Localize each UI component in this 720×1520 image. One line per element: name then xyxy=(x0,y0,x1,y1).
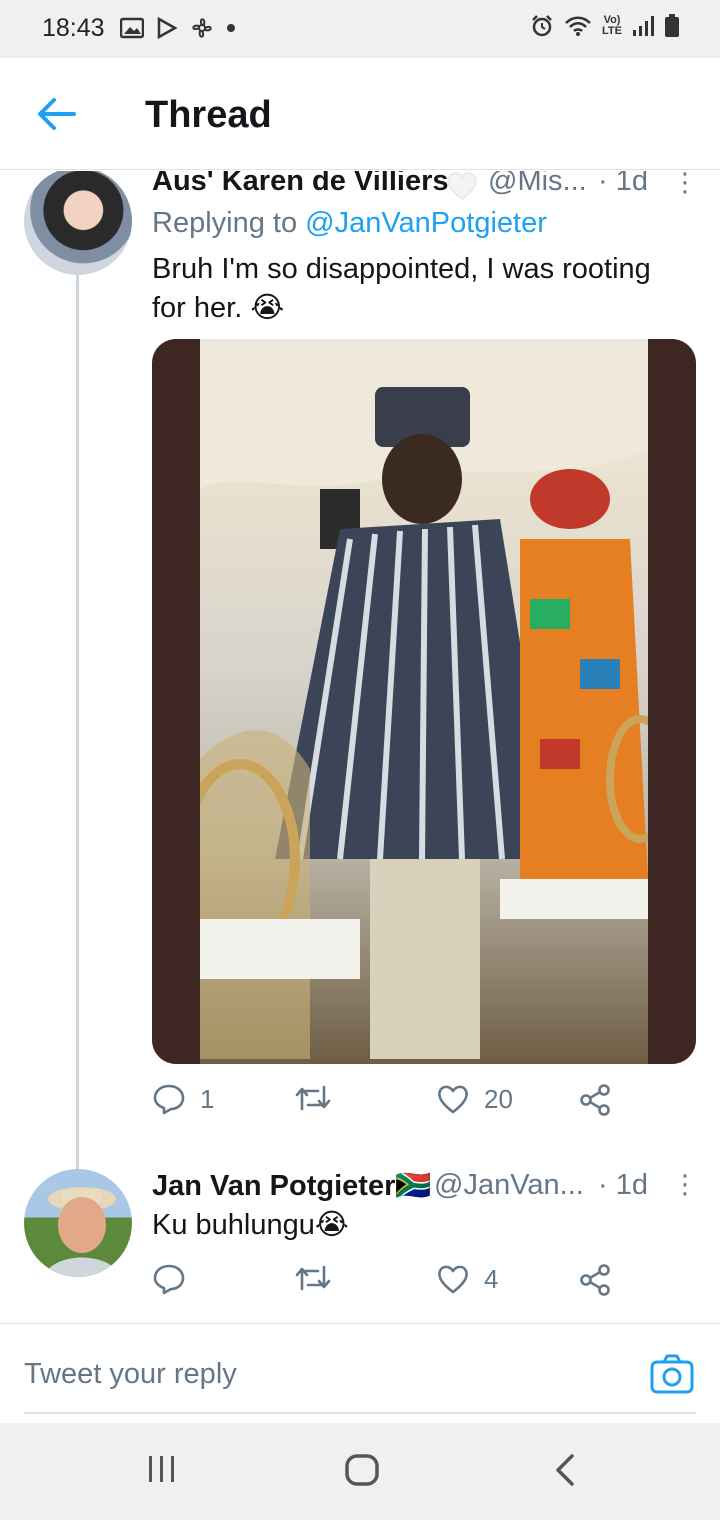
like-button[interactable]: 4 xyxy=(436,1263,498,1295)
reply-button[interactable]: 1 xyxy=(152,1083,214,1115)
status-bar: 18:43 Vo) LTE xyxy=(0,0,720,58)
tweet-timestamp: · 1d xyxy=(598,1169,648,1201)
retweet-button[interactable] xyxy=(294,1263,346,1293)
more-options-icon[interactable]: ⋮ xyxy=(672,1169,698,1200)
volte-icon: Vo) LTE xyxy=(602,15,622,37)
like-count: 4 xyxy=(484,1263,499,1294)
reply-button[interactable] xyxy=(152,1263,200,1295)
tweet-actions: 4 xyxy=(152,1263,672,1303)
tweet-photo xyxy=(180,339,674,1064)
retweet-icon xyxy=(295,1085,331,1111)
thread-list[interactable]: Aus' Karen de Villiers @Mis... · 1d ⋮ Re… xyxy=(0,171,720,1323)
alarm-icon xyxy=(532,15,552,37)
tweet-actions: 1 20 xyxy=(152,1083,672,1123)
reply-count: 1 xyxy=(200,1083,215,1114)
heart-icon xyxy=(438,1265,468,1294)
avatar-portrait xyxy=(44,1187,120,1277)
tweet-author-handle[interactable]: @JanVan... xyxy=(434,1169,584,1202)
page-title: Thread xyxy=(145,94,272,136)
wifi-icon xyxy=(565,16,591,36)
reply-input[interactable] xyxy=(24,1336,696,1414)
header-bar: Thread xyxy=(0,58,720,170)
image-icon xyxy=(120,17,144,39)
avatar[interactable] xyxy=(24,1169,132,1277)
back-nav-button[interactable] xyxy=(552,1453,578,1487)
play-store-icon xyxy=(157,17,178,39)
photo-illustration xyxy=(180,339,674,1059)
retweet-button[interactable] xyxy=(294,1083,346,1113)
tweet-author-name[interactable]: Jan Van Potgieter🇿🇦 xyxy=(152,1169,431,1203)
share-button[interactable] xyxy=(578,1083,612,1117)
more-options-icon[interactable]: ⋮ xyxy=(672,171,698,198)
reply-bar xyxy=(0,1323,720,1423)
dot-icon xyxy=(227,24,235,32)
fan-icon xyxy=(192,18,212,38)
like-button[interactable]: 20 xyxy=(436,1083,513,1115)
thread-connector-line xyxy=(76,275,79,1169)
back-button[interactable] xyxy=(36,96,76,132)
share-button[interactable] xyxy=(578,1263,612,1297)
retweet-icon xyxy=(295,1265,331,1291)
share-icon xyxy=(580,1264,610,1296)
replying-prefix: Replying to xyxy=(152,207,306,239)
reply-icon xyxy=(153,1084,185,1115)
heart-emoji-icon xyxy=(447,172,477,200)
home-button[interactable] xyxy=(344,1453,380,1487)
camera-button[interactable] xyxy=(650,1354,694,1394)
tweet-media[interactable] xyxy=(152,339,696,1064)
signal-icon xyxy=(633,16,654,36)
system-nav-bar xyxy=(0,1423,720,1520)
tweet-timestamp: · 1d xyxy=(598,171,648,197)
replying-to-mention[interactable]: @JanVanPotgieter xyxy=(305,207,547,239)
avatar[interactable] xyxy=(24,171,132,275)
battery-icon xyxy=(665,14,679,37)
share-icon xyxy=(580,1084,610,1116)
heart-icon xyxy=(438,1085,468,1114)
like-count: 20 xyxy=(484,1083,513,1114)
tweet-text: Bruh I'm so disappointed, I was rooting … xyxy=(152,253,651,324)
volte-label-bottom: LTE xyxy=(602,25,622,37)
tweet-author-name[interactable]: Aus' Karen de Villiers xyxy=(152,171,449,198)
tweet-text: Ku buhlungu😭 xyxy=(152,1209,349,1241)
recent-apps-button[interactable] xyxy=(146,1453,178,1485)
status-time: 18:43 xyxy=(42,14,105,42)
reply-icon xyxy=(153,1264,185,1295)
tweet-author-handle[interactable]: @Mis... xyxy=(488,171,587,198)
replying-to-line: Replying to @JanVanPotgieter xyxy=(152,207,547,240)
